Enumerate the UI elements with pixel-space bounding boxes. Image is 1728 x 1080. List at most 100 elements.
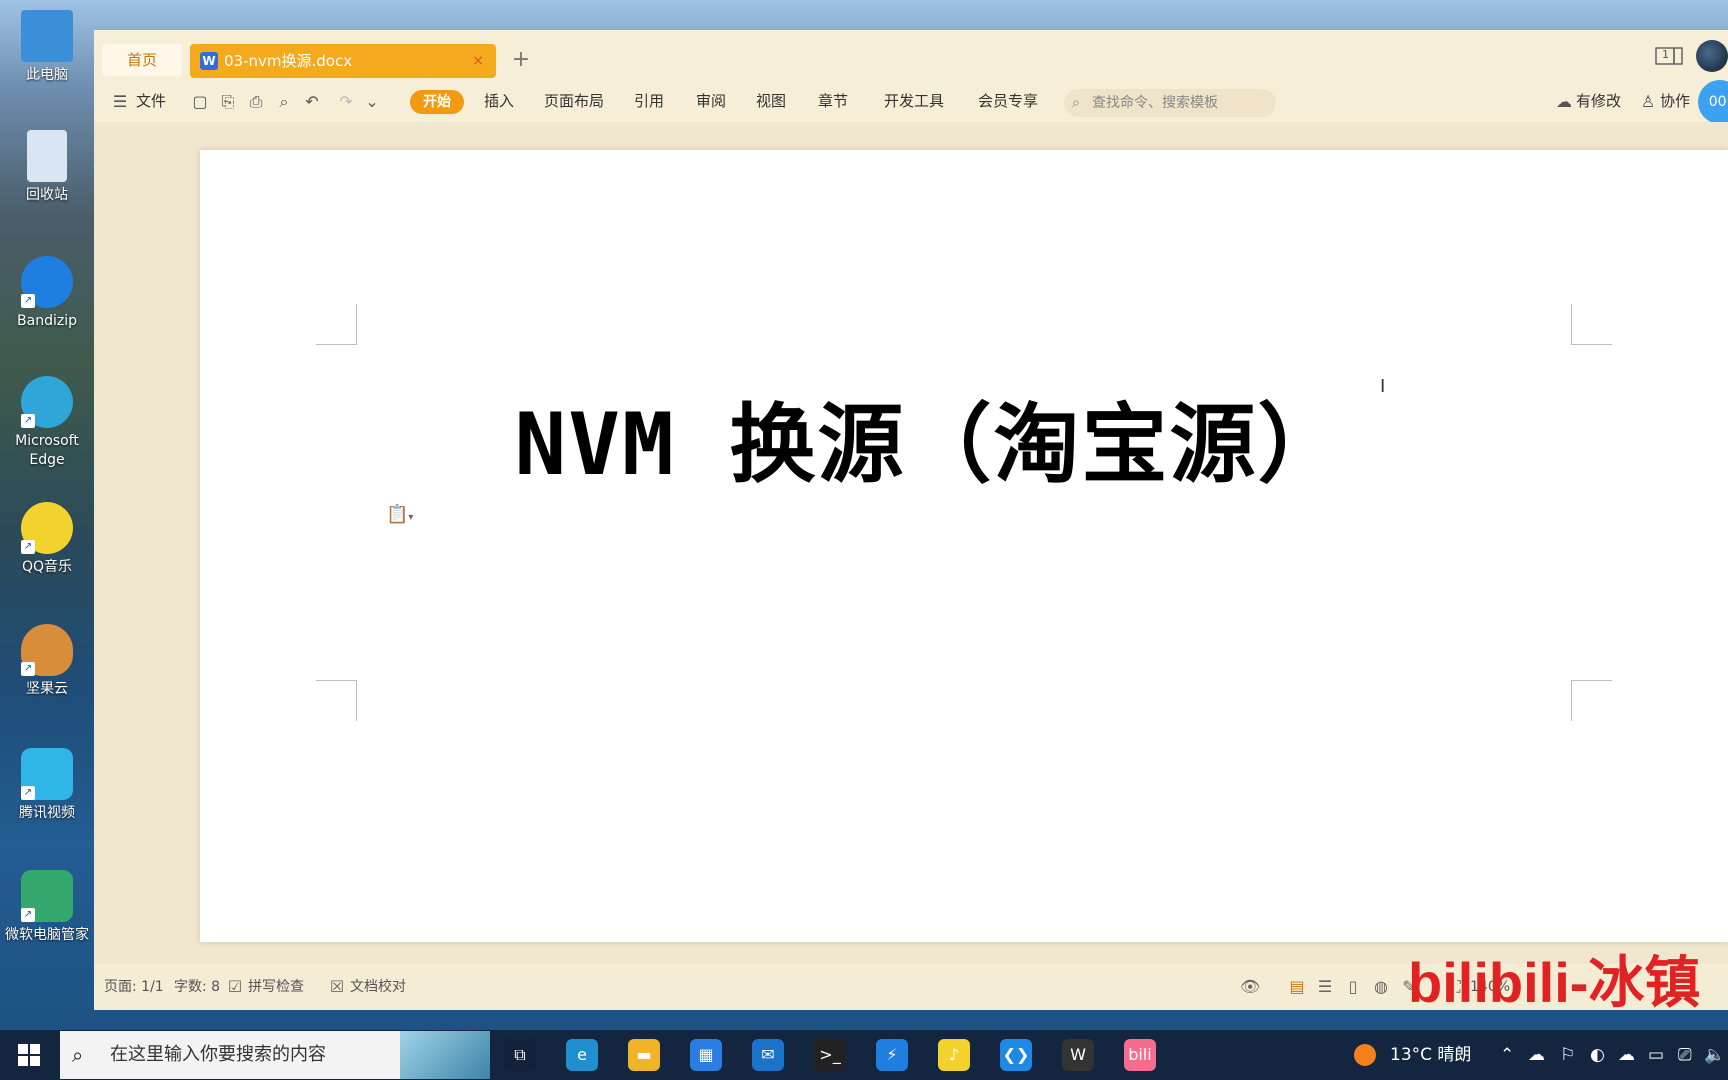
outline-view-icon[interactable]: ☰ [1316,978,1334,996]
tab-chapter[interactable]: 章节 [818,80,848,122]
desktop-icon-edge[interactable]: ↗ Microsoft Edge [0,376,94,470]
tab-developer[interactable]: 开发工具 [884,80,944,122]
chevron-up-icon[interactable]: ⌃ [1500,1030,1514,1080]
qq-icon[interactable]: ◐ [1590,1030,1605,1080]
tencent-video-icon: ↗ [21,748,73,800]
desktop-icon-this-pc[interactable]: 此电脑 [0,10,94,85]
desktop-icon-label: 腾讯视频 [19,805,75,821]
tab-review[interactable]: 审阅 [696,80,726,122]
desktop-icon-bandizip[interactable]: ↗ Bandizip [0,256,94,331]
shortcut-arrow-icon: ↗ [21,662,35,676]
margin-corner [1571,304,1612,345]
tab-document[interactable]: W 03-nvm换源.docx × [190,44,496,78]
shortcut-arrow-icon: ↗ [21,786,35,800]
search-icon: ⌕ [1072,95,1080,111]
reading-view-icon[interactable]: ▯ [1344,978,1362,996]
desktop-icon-label: 坚果云 [26,681,68,697]
search-icon: ⌕ [72,1043,84,1067]
add-tab-button[interactable]: + [508,48,534,74]
document-page[interactable]: NVM 换源（淘宝源） 📋▾ I [200,150,1728,942]
export-icon[interactable]: ⎘ [218,92,238,112]
close-icon[interactable]: × [472,44,484,78]
document-proofread-button[interactable]: 文档校对 [350,964,406,1010]
menu-icon[interactable]: ☰ [110,92,130,112]
word-count[interactable]: 字数: 8 [174,964,220,1010]
tab-view[interactable]: 视图 [756,80,786,122]
tab-start[interactable]: 开始 [410,90,464,114]
desktop-icon-pc-manager[interactable]: ↗ 微软电脑管家 [0,870,94,945]
tab-page-layout[interactable]: 页面布局 [544,80,604,122]
paste-options-icon[interactable]: 📋▾ [386,504,416,526]
tab-references[interactable]: 引用 [634,80,664,122]
qq-music-taskbar-icon[interactable]: ♪ [938,1039,970,1071]
windows-start-icon[interactable] [18,1044,40,1066]
web-view-icon[interactable]: ◍ [1372,978,1390,996]
print-preview-icon[interactable]: ⌕ [274,92,294,112]
desktop-icon-tencent-video[interactable]: ↗ 腾讯视频 [0,748,94,823]
tab-bar: 首页 W 03-nvm换源.docx × + 1 ☰ 文件 ▢ ⎘ ⎙ ⌕ ↶ … [94,30,1728,122]
eye-icon[interactable]: 👁 [1240,978,1260,996]
pc-manager-icon: ↗ [21,870,73,922]
volume-icon[interactable]: 🔈 [1704,1030,1725,1080]
page-indicator[interactable]: 页面: 1/1 [104,964,164,1010]
shortcut-arrow-icon: ↗ [21,540,35,554]
edge-taskbar-icon[interactable]: e [566,1039,598,1071]
word-doc-icon: W [200,52,218,70]
network-icon[interactable]: ⎚ [1678,1030,1692,1080]
file-menu[interactable]: 文件 [136,80,166,122]
shortcut-arrow-icon: ↗ [21,414,35,428]
tab-insert[interactable]: 插入 [484,80,514,122]
window-layout-icon[interactable]: 1 [1654,44,1684,70]
vscode-icon[interactable]: ❮❯ [1000,1039,1032,1071]
chevron-down-icon[interactable]: ⌄ [362,92,382,112]
vpn-icon[interactable]: ⚐ [1560,1030,1575,1080]
computer-icon [21,10,73,62]
edge-icon: ↗ [21,376,73,428]
page-view-icon[interactable]: ▤ [1288,978,1306,996]
desktop-icons: 此电脑 回收站 ↗ Bandizip ↗ Microsoft Edge ↗ QQ… [0,0,94,1030]
text-cursor-icon: I [1380,376,1386,397]
margin-corner [316,680,357,721]
bandizip-taskbar-icon[interactable]: ⚡ [876,1039,908,1071]
timer-badge[interactable]: 00: [1698,80,1728,122]
onedrive-icon[interactable]: ☁ [1528,1030,1545,1080]
desktop-icon-jianguoyun[interactable]: ↗ 坚果云 [0,624,94,699]
desktop-icon-label: 回收站 [26,187,68,203]
desktop-icon-qq-music[interactable]: ↗ QQ音乐 [0,502,94,577]
bilibili-icon[interactable]: bili [1124,1039,1156,1071]
undo-icon[interactable]: ↶ [302,92,322,112]
tab-member[interactable]: 会员专享 [978,80,1038,122]
modified-status[interactable]: 有修改 [1576,80,1621,122]
print-icon[interactable]: ⎙ [246,92,266,112]
taskbar: ⌕ 在这里输入你要搜索的内容 ⧉ e ▬ ▦ ✉ >_ ⚡ ♪ ❮❯ Wbili 13°C 晴朗 … [0,1030,1728,1080]
save-icon[interactable]: ▢ [190,92,210,112]
file-explorer-icon[interactable]: ▬ [628,1039,660,1071]
redo-icon[interactable]: ↷ [336,92,356,112]
taskbar-search-input[interactable]: ⌕ 在这里输入你要搜索的内容 [60,1031,490,1079]
mail-icon[interactable]: ✉ [752,1039,784,1071]
margin-corner [1571,680,1612,721]
command-search-input[interactable]: ⌕ 查找命令、搜索模板 [1064,89,1276,117]
jianguoyun-icon: ↗ [21,624,73,676]
watermark: bilibili-冰镇 [1408,951,1701,1014]
document-area: NVM 换源（淘宝源） 📋▾ I [94,122,1728,964]
margin-corner [316,304,357,345]
document-heading[interactable]: NVM 换源（淘宝源） [200,374,1660,499]
desktop-icon-recycle-bin[interactable]: 回收站 [0,130,94,205]
battery-icon[interactable]: ▭ [1648,1030,1664,1080]
collaborate-button[interactable]: 协作 [1660,80,1690,122]
store-icon[interactable]: ▦ [690,1039,722,1071]
weather-icon[interactable] [1354,1030,1376,1080]
shortcut-arrow-icon: ↗ [21,908,35,922]
terminal-icon[interactable]: >_ [814,1039,846,1071]
cloud-sync-icon: ☁ [1556,92,1572,111]
weather-status[interactable]: 13°C 晴朗 [1390,1030,1471,1080]
tab-home[interactable]: 首页 [102,44,182,76]
avatar[interactable] [1696,40,1728,72]
desktop-icon-label: Microsoft Edge [15,433,79,468]
cloud-icon[interactable]: ☁ [1618,1030,1635,1080]
task-view-icon[interactable]: ⧉ [504,1039,536,1071]
wps-icon[interactable]: W [1062,1039,1094,1071]
recycle-bin-icon [27,130,67,182]
spell-check-toggle[interactable]: 拼写检查 [248,964,304,1010]
